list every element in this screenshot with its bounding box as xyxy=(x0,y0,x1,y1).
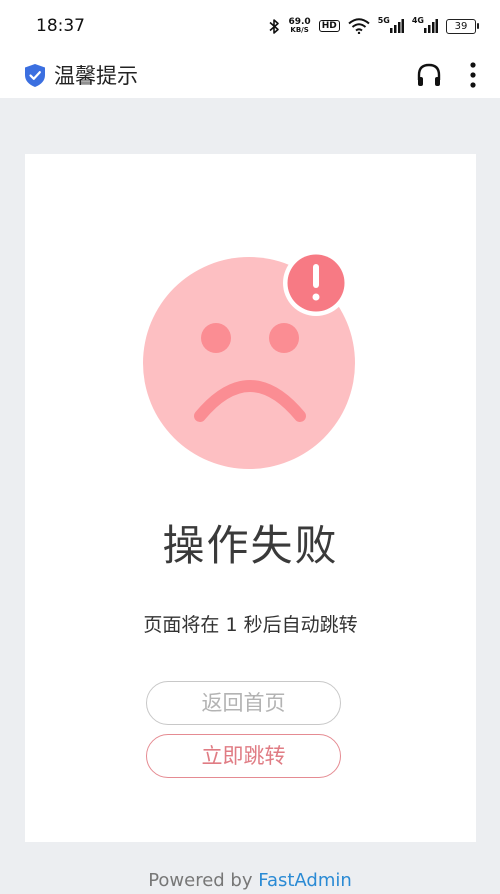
battery-icon: 39 xyxy=(446,18,479,34)
result-card: 操作失败 页面将在 1 秒后自动跳转 返回首页 立即跳转 xyxy=(25,154,476,842)
net-speed-value: 69.0 xyxy=(288,17,311,27)
footer: Powered by FastAdmin xyxy=(0,870,500,891)
net-speed: 69.0 KB/S xyxy=(288,17,311,35)
more-vertical-icon[interactable] xyxy=(470,62,476,88)
status-bar: 18:37 69.0 KB/S HD 5G 4G 39 xyxy=(0,0,500,52)
sad-face-alert-icon xyxy=(143,250,355,469)
status-icons: 69.0 KB/S HD 5G 4G 39 xyxy=(268,15,479,35)
result-title: 操作失败 xyxy=(162,521,339,570)
bluetooth-icon xyxy=(269,18,280,34)
page-title: 温馨提示 xyxy=(54,64,138,88)
headphones-icon[interactable] xyxy=(416,63,442,87)
net-speed-unit: KB/S xyxy=(290,26,309,34)
redirect-message: 页面将在 1 秒后自动跳转 xyxy=(143,614,358,636)
battery-level: 39 xyxy=(454,20,468,32)
signal-icon-5g xyxy=(389,19,404,33)
hd-badge: HD xyxy=(318,20,340,32)
status-time: 18:37 xyxy=(36,16,85,36)
footer-prefix: Powered by xyxy=(148,870,259,891)
shield-check-icon xyxy=(25,63,45,87)
jump-now-button[interactable]: 立即跳转 xyxy=(146,734,341,778)
back-home-button[interactable]: 返回首页 xyxy=(146,681,341,725)
fastadmin-link[interactable]: FastAdmin xyxy=(258,870,352,891)
title-bar: 温馨提示 xyxy=(0,52,500,98)
net-4g-label: 4G xyxy=(411,15,424,25)
wifi-icon xyxy=(348,18,370,34)
signal-icon-4g xyxy=(424,19,438,33)
net-5g-label: 5G xyxy=(377,15,390,25)
